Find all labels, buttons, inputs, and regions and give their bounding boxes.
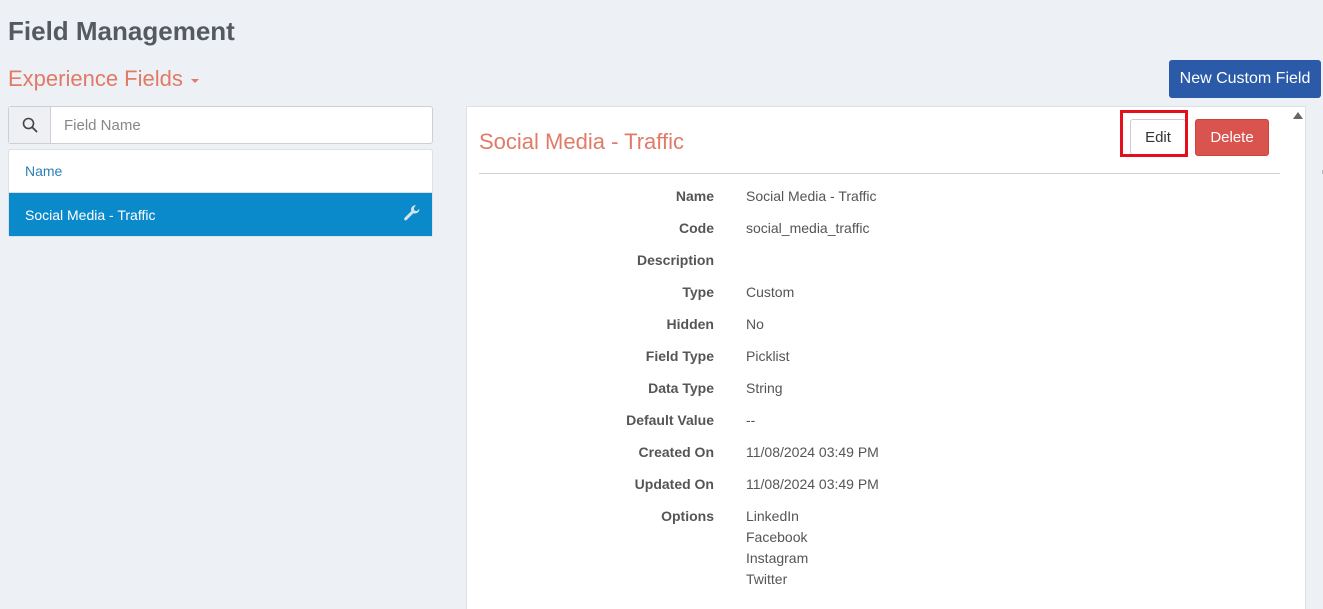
detail-label: Default Value [626, 412, 714, 428]
field-list: Name Social Media - Traffic [8, 149, 433, 237]
detail-value: Custom [746, 284, 795, 300]
detail-value: 11/08/2024 03:49 PM [746, 444, 879, 460]
scroll-up-arrow-icon[interactable] [1293, 112, 1303, 119]
detail-row-data-type: Data Type String [467, 378, 1287, 410]
detail-fields: Name Social Media - Traffic Code social_… [467, 186, 1287, 590]
detail-row-created-on: Created On 11/08/2024 03:49 PM [467, 442, 1287, 474]
detail-row-options: Options LinkedIn Facebook Instagram Twit… [467, 506, 1287, 590]
detail-value: 11/08/2024 03:49 PM [746, 476, 879, 492]
delete-button[interactable]: Delete [1195, 119, 1269, 156]
detail-label: Code [679, 220, 714, 236]
detail-row-hidden: Hidden No [467, 314, 1287, 346]
edit-button[interactable]: Edit [1130, 119, 1186, 155]
search-icon[interactable] [9, 107, 51, 143]
detail-value: No [746, 316, 764, 332]
detail-title: Social Media - Traffic [479, 129, 685, 154]
detail-row-updated-on: Updated On 11/08/2024 03:49 PM [467, 474, 1287, 506]
field-list-item-label: Social Media - Traffic [25, 206, 156, 223]
option-item: Instagram [746, 550, 809, 566]
detail-label: Name [675, 188, 714, 204]
detail-row-description: Description [467, 250, 1287, 282]
detail-label: Data Type [648, 380, 714, 396]
option-item: LinkedIn [746, 508, 799, 524]
detail-value: Social Media - Traffic [746, 188, 877, 204]
caret-down-icon [190, 79, 199, 83]
detail-value: social_media_traffic [746, 220, 870, 236]
detail-row-name: Name Social Media - Traffic [467, 186, 1287, 218]
detail-label: Field Type [645, 348, 714, 364]
detail-label: Options [661, 508, 714, 524]
detail-label: Type [682, 284, 714, 300]
detail-row-code: Code social_media_traffic [467, 218, 1287, 250]
page-title: Field Management [8, 16, 235, 46]
field-list-header-name[interactable]: Name [9, 150, 432, 193]
detail-value: Picklist [746, 348, 790, 364]
option-item: Twitter [746, 571, 788, 587]
option-item: Facebook [746, 529, 808, 545]
detail-label: Description [636, 252, 714, 268]
detail-label: Hidden [666, 316, 714, 332]
new-custom-field-button[interactable]: New Custom Field [1169, 60, 1321, 98]
detail-row-type: Type Custom [467, 282, 1287, 314]
options-list: LinkedIn Facebook Instagram Twitter [746, 506, 808, 590]
section-dropdown-label: Experience Fields [8, 66, 183, 91]
detail-divider [479, 173, 1280, 174]
detail-label: Created On [638, 444, 714, 460]
wrench-icon[interactable] [402, 203, 422, 226]
field-list-item-social-media-traffic[interactable]: Social Media - Traffic [9, 193, 432, 236]
detail-value: String [746, 380, 783, 396]
detail-value: -- [746, 412, 756, 428]
search-box [8, 106, 433, 144]
detail-label: Updated On [634, 476, 714, 492]
experience-fields-dropdown[interactable]: Experience Fields [8, 66, 199, 92]
detail-row-default-value: Default Value -- [467, 410, 1287, 442]
field-name-search-input[interactable] [51, 107, 432, 143]
field-detail-panel: Social Media - Traffic Edit Delete Name … [466, 106, 1306, 609]
detail-row-field-type: Field Type Picklist [467, 346, 1287, 378]
